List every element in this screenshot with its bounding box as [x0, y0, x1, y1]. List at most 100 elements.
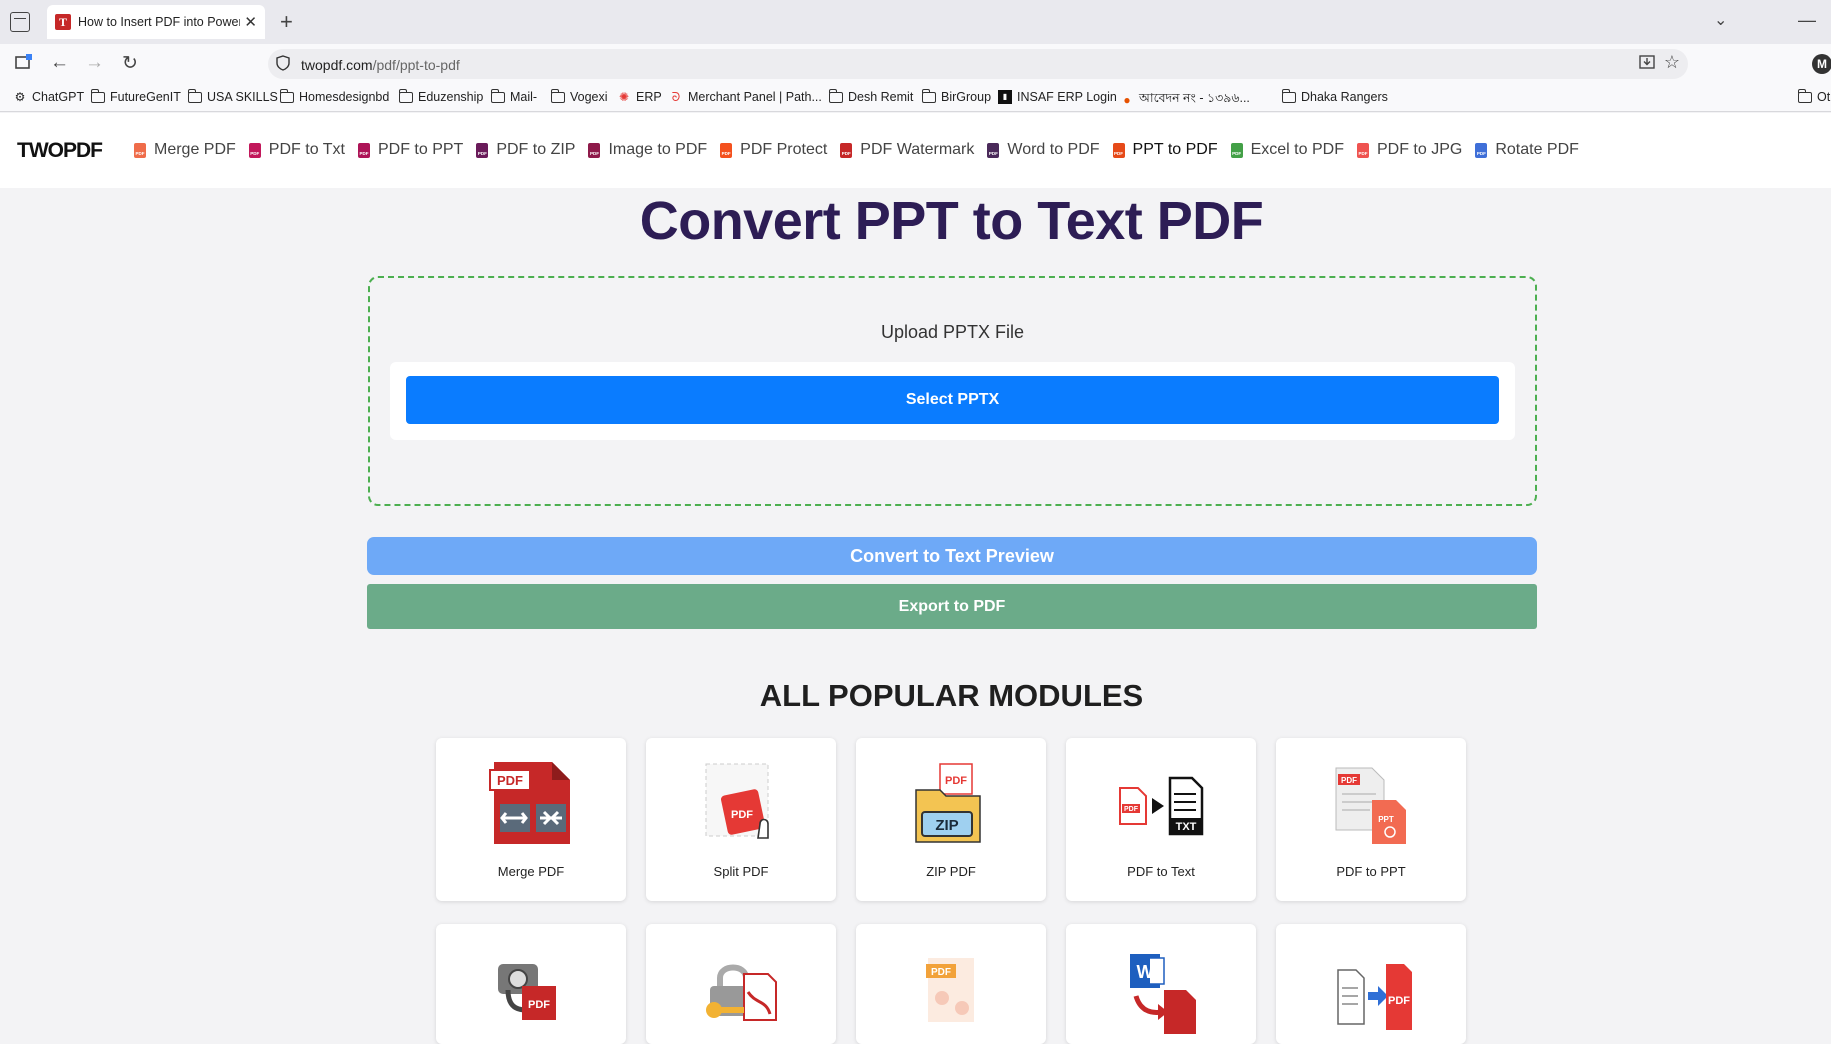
nav-pdf-to-txt[interactable]: PDF to Txt	[248, 141, 345, 159]
module-label: Merge PDF	[497, 864, 565, 879]
openai-icon: ⚙	[14, 90, 26, 104]
bookmark-dhaka-rangers[interactable]: Dhaka Rangers	[1282, 88, 1388, 104]
minimize-window-icon[interactable]: —	[1798, 10, 1816, 31]
zip-pdf-icon: PDF ZIP	[915, 763, 981, 843]
forward-arrow-icon[interactable]: →	[85, 52, 104, 74]
pdf-file-icon	[588, 142, 601, 158]
bookmark-chatgpt[interactable]: ⚙ ChatGPT	[13, 90, 85, 104]
bookmark-vogexi[interactable]: Vogexi	[551, 88, 608, 104]
bookmark-desh-remit[interactable]: Desh Remit	[829, 88, 913, 104]
bookmark-label: ChatGPT	[32, 90, 85, 104]
module-label: PDF to PPT	[1336, 864, 1406, 879]
export-to-pdf-button[interactable]: Export to PDF	[367, 584, 1537, 629]
bookmark-label: Vogexi	[570, 90, 608, 104]
svg-text:PPT: PPT	[1378, 815, 1394, 824]
module-card-pdf-to-ppt[interactable]: PDF PPT PDF to PPT	[1276, 738, 1466, 901]
module-card-row2-1[interactable]: PDF	[436, 924, 626, 1044]
module-card-merge-pdf[interactable]: PDF Merge PDF	[436, 738, 626, 901]
bookmark-label: Dhaka Rangers	[1301, 90, 1388, 104]
svg-text:ZIP: ZIP	[935, 817, 958, 834]
site-logo[interactable]: TWOPDF	[17, 139, 103, 163]
nav-excel-to-pdf[interactable]: Excel to PDF	[1230, 141, 1344, 159]
bookmark-futuregenit[interactable]: FutureGenIT	[91, 88, 181, 104]
nav-pdf-to-ppt[interactable]: PDF to PPT	[357, 141, 464, 159]
bookmark-merchant-panel[interactable]: ᘐ Merchant Panel | Path...	[669, 90, 822, 104]
bookmark-label: Merchant Panel | Path...	[688, 90, 822, 104]
nav-pdf-to-zip[interactable]: PDF to ZIP	[476, 141, 575, 159]
module-card-row2-4[interactable]: W	[1066, 924, 1256, 1044]
bookmark-label: Homesdesignbd	[299, 90, 390, 104]
folder-icon	[922, 88, 936, 103]
nav-word-to-pdf[interactable]: Word to PDF	[987, 141, 1100, 159]
nav-ppt-to-pdf[interactable]: PPT to PDF	[1112, 141, 1218, 159]
govt-icon: ●	[1123, 93, 1131, 107]
tab-list-menu-icon[interactable]	[10, 12, 30, 32]
bookmark-label: Oth	[1817, 90, 1831, 104]
split-pdf-icon: PDF	[705, 763, 769, 839]
bookmark-label: ERP	[636, 90, 662, 104]
bookmark-birgroup[interactable]: BirGroup	[922, 88, 992, 104]
module-label: PDF to Text	[1127, 864, 1195, 879]
nav-merge-pdf[interactable]: Merge PDF	[134, 141, 236, 159]
back-arrow-icon[interactable]: ←	[50, 52, 69, 74]
folder-icon	[188, 88, 202, 103]
svg-text:PDF: PDF	[1388, 995, 1410, 1007]
pdf-to-text-icon: PDF TXT	[1119, 776, 1204, 836]
nav-label: Word to PDF	[1007, 141, 1100, 158]
bookmark-eduzenship[interactable]: Eduzenship	[399, 88, 483, 104]
pdf-file-icon	[134, 142, 146, 158]
browser-tab-strip: T How to Insert PDF into PowerPoint ✕ + …	[0, 0, 1831, 44]
bookmark-label: আবেদন নং - ১৩৯৬...	[1139, 91, 1250, 105]
nav-label: PDF to PPT	[377, 141, 464, 158]
camera-pdf-icon: PDF	[498, 964, 556, 1020]
module-label: ZIP PDF	[926, 864, 976, 879]
sidebar-toggle-icon[interactable]	[14, 52, 34, 78]
convert-to-text-preview-button[interactable]: Convert to Text Preview	[367, 537, 1537, 575]
address-bar[interactable]: twopdf.com/pdf/ppt-to-pdf ☆	[268, 49, 1688, 79]
module-card-row2-2[interactable]	[646, 924, 836, 1044]
bookmark-usa-skills[interactable]: USA SKILLS	[188, 88, 278, 104]
chevron-down-icon[interactable]: ⌄	[1714, 10, 1727, 30]
bookmark-label: BirGroup	[941, 90, 992, 104]
nav-label: PDF Protect	[740, 141, 828, 158]
reload-icon[interactable]: ↻	[122, 52, 138, 75]
pdf-file-icon	[1475, 142, 1488, 158]
svg-text:PDF: PDF	[731, 809, 753, 821]
browser-tab-active[interactable]: T How to Insert PDF into PowerPoint ✕	[47, 5, 265, 39]
shield-icon[interactable]	[275, 55, 291, 74]
profile-avatar[interactable]: M	[1812, 54, 1831, 74]
module-card-split-pdf[interactable]: PDF Split PDF	[646, 738, 836, 901]
select-pptx-button[interactable]: Select PPTX	[406, 376, 1499, 424]
svg-text:PDF: PDF	[931, 967, 951, 978]
close-tab-icon[interactable]: ✕	[244, 13, 257, 31]
nav-label: Merge PDF	[154, 141, 236, 158]
bookmark-mail[interactable]: Mail-	[491, 88, 537, 104]
bookmark-label: INSAF ERP Login	[1017, 90, 1117, 104]
nav-image-to-pdf[interactable]: Image to PDF	[588, 141, 707, 159]
bookmark-homesdesignbd[interactable]: Homesdesignbd	[280, 88, 390, 104]
new-tab-button[interactable]: +	[280, 9, 293, 35]
url-text[interactable]: twopdf.com/pdf/ppt-to-pdf	[301, 57, 460, 73]
nav-label: PDF to JPG	[1376, 141, 1463, 158]
bookmark-insaf-erp[interactable]: ▮ INSAF ERP Login	[998, 90, 1117, 104]
module-card-row2-3[interactable]: PDF	[856, 924, 1046, 1044]
site-header: TWOPDF Merge PDF PDF to Txt PDF to PPT P…	[0, 113, 1831, 188]
file-to-pdf-icon: PDF	[1337, 964, 1412, 1030]
url-host: twopdf.com	[301, 57, 373, 73]
module-card-zip-pdf[interactable]: PDF ZIP ZIP PDF	[856, 738, 1046, 901]
bookmark-erp[interactable]: ✺ ERP	[617, 90, 662, 104]
download-icon[interactable]	[1638, 53, 1656, 76]
folder-icon	[399, 88, 413, 103]
upload-dropzone[interactable]: Upload PPTX File Select PPTX	[368, 276, 1537, 506]
nav-pdf-watermark[interactable]: PDF Watermark	[840, 141, 974, 159]
pdf-file-icon	[476, 142, 489, 158]
nav-rotate-pdf[interactable]: Rotate PDF	[1475, 141, 1579, 159]
nav-pdf-to-jpg[interactable]: PDF to JPG	[1356, 141, 1463, 159]
star-bookmark-icon[interactable]: ☆	[1664, 52, 1680, 73]
bookmark-other[interactable]: Oth	[1798, 88, 1831, 104]
nav-pdf-protect[interactable]: PDF Protect	[720, 141, 827, 159]
module-card-row2-5[interactable]: PDF	[1276, 924, 1466, 1044]
bookmark-label: FutureGenIT	[110, 90, 181, 104]
bookmark-abedon[interactable]: ● আবেদন নং - ১৩৯৬...	[1120, 90, 1250, 110]
module-card-pdf-to-text[interactable]: PDF TXT PDF to Text	[1066, 738, 1256, 901]
